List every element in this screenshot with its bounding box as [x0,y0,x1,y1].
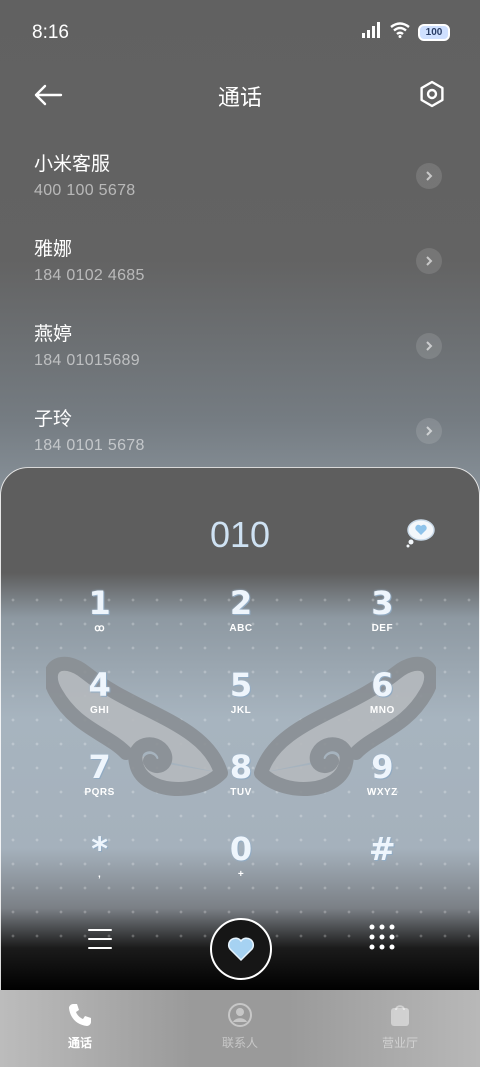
dialer-actions [1,916,479,986]
page-title: 通话 [217,86,262,111]
key-2[interactable]: 2 ABC [170,583,311,665]
status-time: 8:16 [32,22,69,43]
dialpad-icon [369,924,395,950]
detail-button[interactable] [416,163,442,189]
hexagon-settings-icon [420,80,444,108]
key-letters: ABC [229,623,253,634]
key-0[interactable]: 0 + [170,829,311,911]
settings-button[interactable] [414,76,450,112]
key-letters: + [237,869,245,880]
contact-name: 燕婷 [34,323,73,345]
bottom-nav: 通话 联系人 营业厅 [0,990,480,1067]
key-digit: 1 [88,584,111,622]
call-button[interactable] [210,918,272,980]
battery-icon: 100 [418,23,450,41]
detail-button[interactable] [416,248,442,274]
detail-button[interactable] [416,418,442,444]
contact-name: 子玲 [34,408,73,430]
status-icons: 100 [362,22,450,42]
key-9[interactable]: 9 WXYZ [312,747,453,829]
key-digit: 8 [229,748,253,786]
contact-name: 雅娜 [34,238,73,260]
key-5[interactable]: 5 JKL [170,665,311,747]
contact-name: 小米客服 [34,153,111,175]
key-letters: JKL [230,705,252,716]
key-digit: # [368,830,396,868]
status-bar: 8:16 100 [0,0,480,68]
nav-item-store[interactable]: 营业厅 [320,990,480,1067]
key-digit: 9 [371,748,394,786]
dialer-panel: 010 1 ꝏ 2 ABC 3 DEF 4 GHI 5 JKL 6 MNO 7 … [0,467,480,990]
speech-bubble-heart-button[interactable] [405,516,437,548]
key-8[interactable]: 8 TUV [170,747,311,829]
key-digit: 5 [229,666,253,704]
key-digit: 6 [371,666,394,704]
nav-label: 通话 [67,1036,92,1050]
key-6[interactable]: 6 MNO [312,665,453,747]
call-list-item[interactable]: 燕婷 184 01015689 [0,305,480,390]
chevron-right-icon [426,256,433,266]
key-star[interactable]: * , [29,829,170,911]
contact-number: 184 01015689 [34,352,140,369]
nav-item-calls[interactable]: 通话 [0,990,160,1067]
key-digit: 7 [88,748,111,786]
contact-icon [228,1003,252,1027]
speech-bubble-heart-icon [406,519,435,548]
key-4[interactable]: 4 GHI [29,665,170,747]
call-list-item[interactable]: 子玲 184 0101 5678 [0,390,480,475]
call-list: 小米客服 400 100 5678 雅娜 184 0102 4685 燕婷 18… [0,135,480,475]
key-letters: DEF [371,623,394,634]
signal-icon [362,22,382,42]
key-digit: * [91,830,109,868]
phone-icon [69,1004,91,1026]
voicemail-icon: ꝏ [94,623,105,634]
key-letters: GHI [90,705,110,716]
chevron-right-icon [426,426,433,436]
key-hash[interactable]: # [312,829,453,911]
key-digit: 0 [229,830,253,868]
detail-button[interactable] [416,333,442,359]
store-icon [391,1005,409,1026]
key-digit: 2 [229,584,253,622]
menu-button[interactable] [85,924,115,954]
call-list-item[interactable]: 小米客服 400 100 5678 [0,135,480,220]
contact-number: 184 0102 4685 [34,267,145,284]
key-3[interactable]: 3 DEF [312,583,453,665]
key-7[interactable]: 7 PQRS [29,747,170,829]
contact-number: 184 0101 5678 [34,437,145,454]
menu-icon [88,929,112,949]
key-letters: WXYZ [366,787,398,798]
key-letters: , [98,869,102,880]
key-letters: MNO [369,705,395,716]
call-list-item[interactable]: 雅娜 184 0102 4685 [0,220,480,305]
key-digit: 3 [371,584,394,622]
keypad-toggle-button[interactable] [367,922,397,952]
key-digit: 4 [88,666,111,704]
contact-number: 400 100 5678 [34,182,136,199]
nav-item-contacts[interactable]: 联系人 [160,990,320,1067]
keypad: 1 ꝏ 2 ABC 3 DEF 4 GHI 5 JKL 6 MNO 7 PQRS… [29,583,453,911]
key-letters: TUV [230,787,252,798]
nav-label: 联系人 [221,1036,258,1050]
nav-label: 营业厅 [381,1036,418,1050]
wifi-icon [390,22,410,42]
header: 通话 [0,70,480,120]
heart-icon [227,937,255,962]
chevron-right-icon [426,171,433,181]
key-letters: PQRS [84,787,115,798]
chevron-right-icon [426,341,433,351]
key-1[interactable]: 1 ꝏ [29,583,170,665]
